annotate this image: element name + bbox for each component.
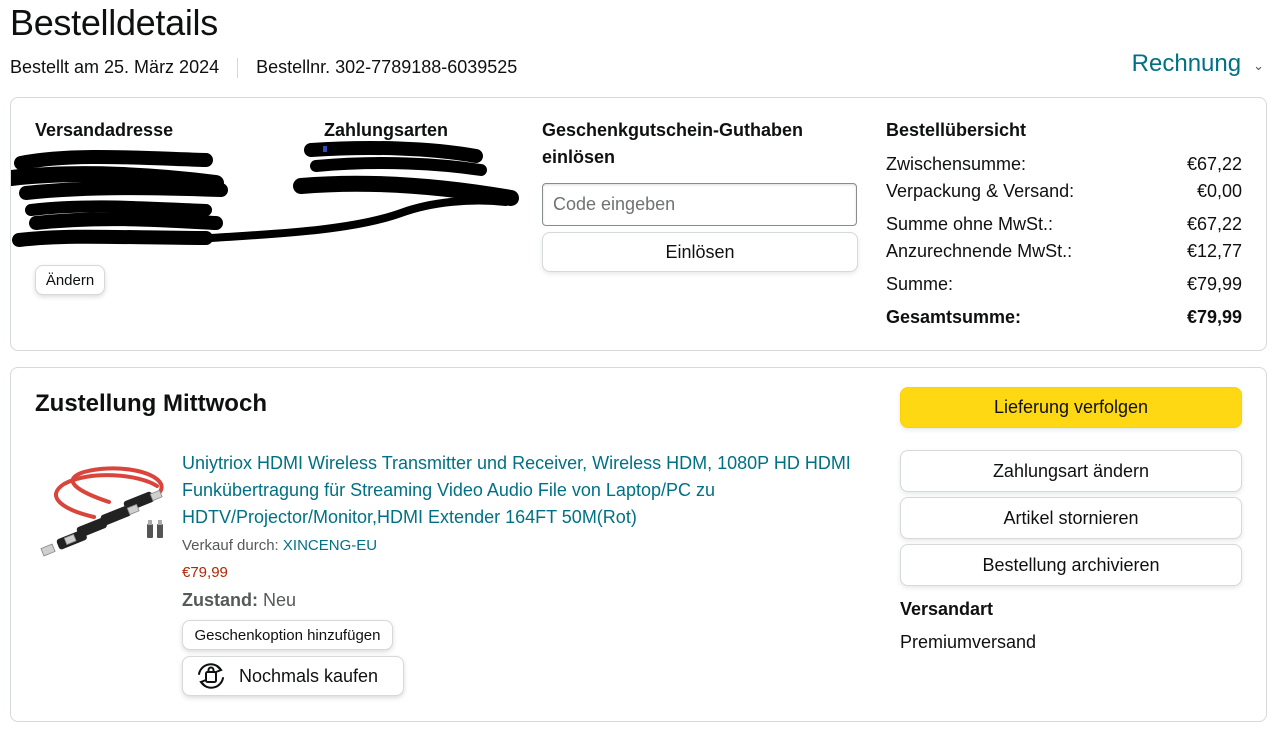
change-address-button[interactable]: Ändern bbox=[35, 265, 105, 295]
track-delivery-button[interactable]: Lieferung verfolgen bbox=[900, 387, 1242, 428]
order-number: Bestellnr. 302-7789188-6039525 bbox=[256, 57, 518, 77]
divider bbox=[237, 57, 239, 78]
summary-label: Summe ohne MwSt.: bbox=[886, 214, 1054, 234]
buy-again-label: Nochmals kaufen bbox=[239, 665, 379, 686]
chevron-down-icon: ⌄ bbox=[1253, 58, 1264, 73]
delivery-title: Zustellung Mittwoch bbox=[35, 390, 267, 417]
summary-label: Zwischensumme: bbox=[886, 154, 1027, 174]
summary-row-shipping: Verpackung & Versand: €0,00 bbox=[886, 181, 1242, 202]
summary-row-net: Summe ohne MwSt.: €67,22 bbox=[886, 214, 1242, 235]
summary-value: €12,77 bbox=[1186, 241, 1242, 261]
shipping-method-heading: Versandart bbox=[900, 599, 994, 619]
order-date: Bestellt am 25. März 2024 bbox=[10, 57, 220, 77]
redaction-scribble bbox=[11, 141, 519, 247]
summary-label: Summe: bbox=[886, 274, 954, 294]
condition-label: Zustand: bbox=[182, 590, 258, 610]
invoice-dropdown[interactable]: Rechnung ⌄ bbox=[1132, 50, 1264, 78]
summary-label: Gesamtsumme: bbox=[886, 307, 1022, 327]
redeem-button[interactable]: Einlösen bbox=[542, 232, 858, 272]
invoice-label: Rechnung bbox=[1131, 50, 1242, 77]
summary-value: €0,00 bbox=[1196, 181, 1242, 201]
product-title-link[interactable]: Uniytriox HDMI Wireless Transmitter und … bbox=[182, 450, 862, 531]
summary-value: €79,99 bbox=[1186, 274, 1242, 294]
order-summary-heading: Bestellübersicht bbox=[886, 120, 1027, 140]
product-price: €79,99 bbox=[182, 564, 228, 581]
seller-link[interactable]: XINCENG-EU bbox=[283, 537, 377, 554]
summary-row-vat: Anzurechnende MwSt.: €12,77 bbox=[886, 241, 1242, 262]
summary-row-total: Gesamtsumme: €79,99 bbox=[886, 307, 1242, 328]
sold-by-label: Verkauf durch: bbox=[182, 537, 283, 554]
order-overview-card: Versandadresse Zahlungsarten Ändern Gesc… bbox=[10, 97, 1267, 351]
summary-label: Verpackung & Versand: bbox=[886, 181, 1075, 201]
summary-value: €79,99 bbox=[1186, 307, 1242, 327]
repeat-bag-icon bbox=[198, 663, 224, 689]
shipping-method-value: Premiumversand bbox=[900, 632, 1037, 652]
add-gift-option-button[interactable]: Geschenkoption hinzufügen bbox=[182, 620, 393, 650]
condition-value: Neu bbox=[263, 590, 297, 610]
archive-order-button[interactable]: Bestellung archivieren bbox=[900, 544, 1242, 586]
order-meta: Bestellt am 25. März 2024 Bestellnr. 302… bbox=[10, 57, 517, 78]
summary-row-subtotal: Zwischensumme: €67,22 bbox=[886, 154, 1242, 175]
product-image[interactable] bbox=[39, 462, 169, 562]
buy-again-button[interactable]: Nochmals kaufen bbox=[182, 656, 404, 696]
summary-row-sum: Summe: €79,99 bbox=[886, 274, 1242, 295]
gift-code-input[interactable] bbox=[542, 183, 857, 226]
page-title: Bestelldetails bbox=[10, 2, 218, 43]
product-condition: Zustand: Neu bbox=[182, 590, 296, 611]
summary-value: €67,22 bbox=[1186, 214, 1242, 234]
change-payment-button[interactable]: Zahlungsart ändern bbox=[900, 450, 1242, 492]
delivery-card: Zustellung Mittwoch Uniytriox HDMI Wirel… bbox=[10, 367, 1267, 722]
gift-card-heading: Geschenkgutschein-Guthaben einlösen bbox=[542, 120, 804, 167]
summary-value: €67,22 bbox=[1186, 154, 1242, 174]
sold-by: Verkauf durch: XINCENG-EU bbox=[182, 537, 377, 554]
summary-label: Anzurechnende MwSt.: bbox=[886, 241, 1073, 261]
cancel-item-button[interactable]: Artikel stornieren bbox=[900, 497, 1242, 539]
